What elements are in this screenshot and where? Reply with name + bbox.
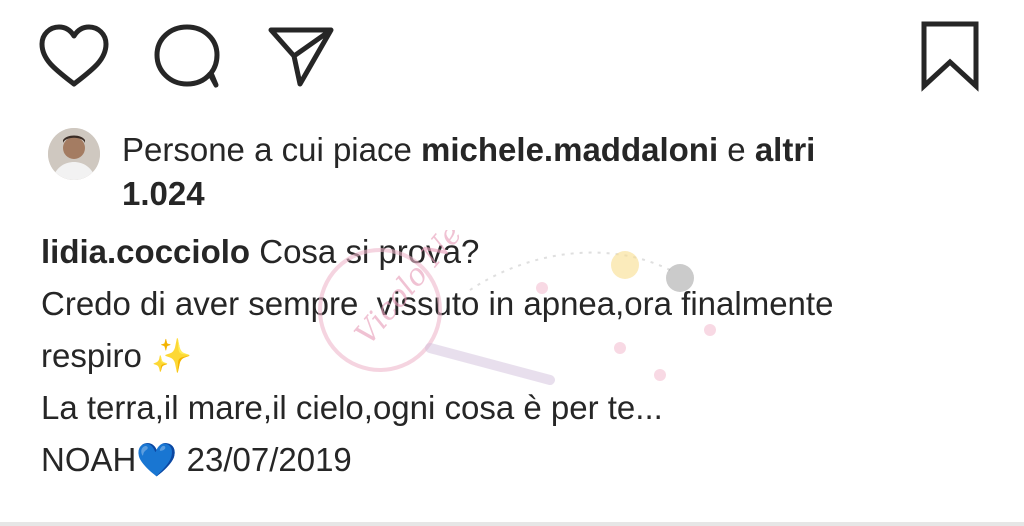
caption-text: NOAH (41, 441, 137, 478)
sparkles-icon: ✨ (151, 337, 193, 374)
likes-conjunction: e (727, 131, 746, 168)
caption-line-5: NOAH💙 23/07/2019 (41, 434, 1001, 486)
avatar[interactable] (48, 128, 100, 180)
paper-plane-icon[interactable] (266, 24, 336, 90)
caption-line-3: respiro ✨ (41, 330, 1001, 382)
likes-text: Persone a cui piace michele.maddaloni e … (122, 128, 982, 216)
post-caption: lidia.cocciolo Cosa si prova? Credo di a… (41, 226, 1001, 486)
caption-line-4: La terra,il mare,il cielo,ogni cosa è pe… (41, 389, 663, 426)
caption-username[interactable]: lidia.cocciolo (41, 233, 250, 270)
post-action-bar (0, 0, 1024, 110)
heart-outline-icon[interactable] (38, 24, 110, 90)
bookmark-outline-icon[interactable] (918, 20, 982, 92)
comment-bubble-icon[interactable] (152, 24, 222, 90)
caption-date: 23/07/2019 (186, 441, 352, 478)
caption-text: respiro (41, 337, 142, 374)
blue-heart-icon: 💙 (136, 441, 178, 478)
caption-line-1: lidia.cocciolo Cosa si prova? (41, 226, 1001, 278)
divider (0, 522, 1024, 526)
caption-text: Cosa si prova? (259, 233, 480, 270)
likes-prefix: Persone a cui piace (122, 131, 412, 168)
caption-line-2: Credo di aver sempre vissuto in apnea,or… (41, 285, 834, 322)
liker-username[interactable]: michele.maddaloni (421, 131, 718, 168)
likes-count: 1.024 (122, 175, 205, 212)
